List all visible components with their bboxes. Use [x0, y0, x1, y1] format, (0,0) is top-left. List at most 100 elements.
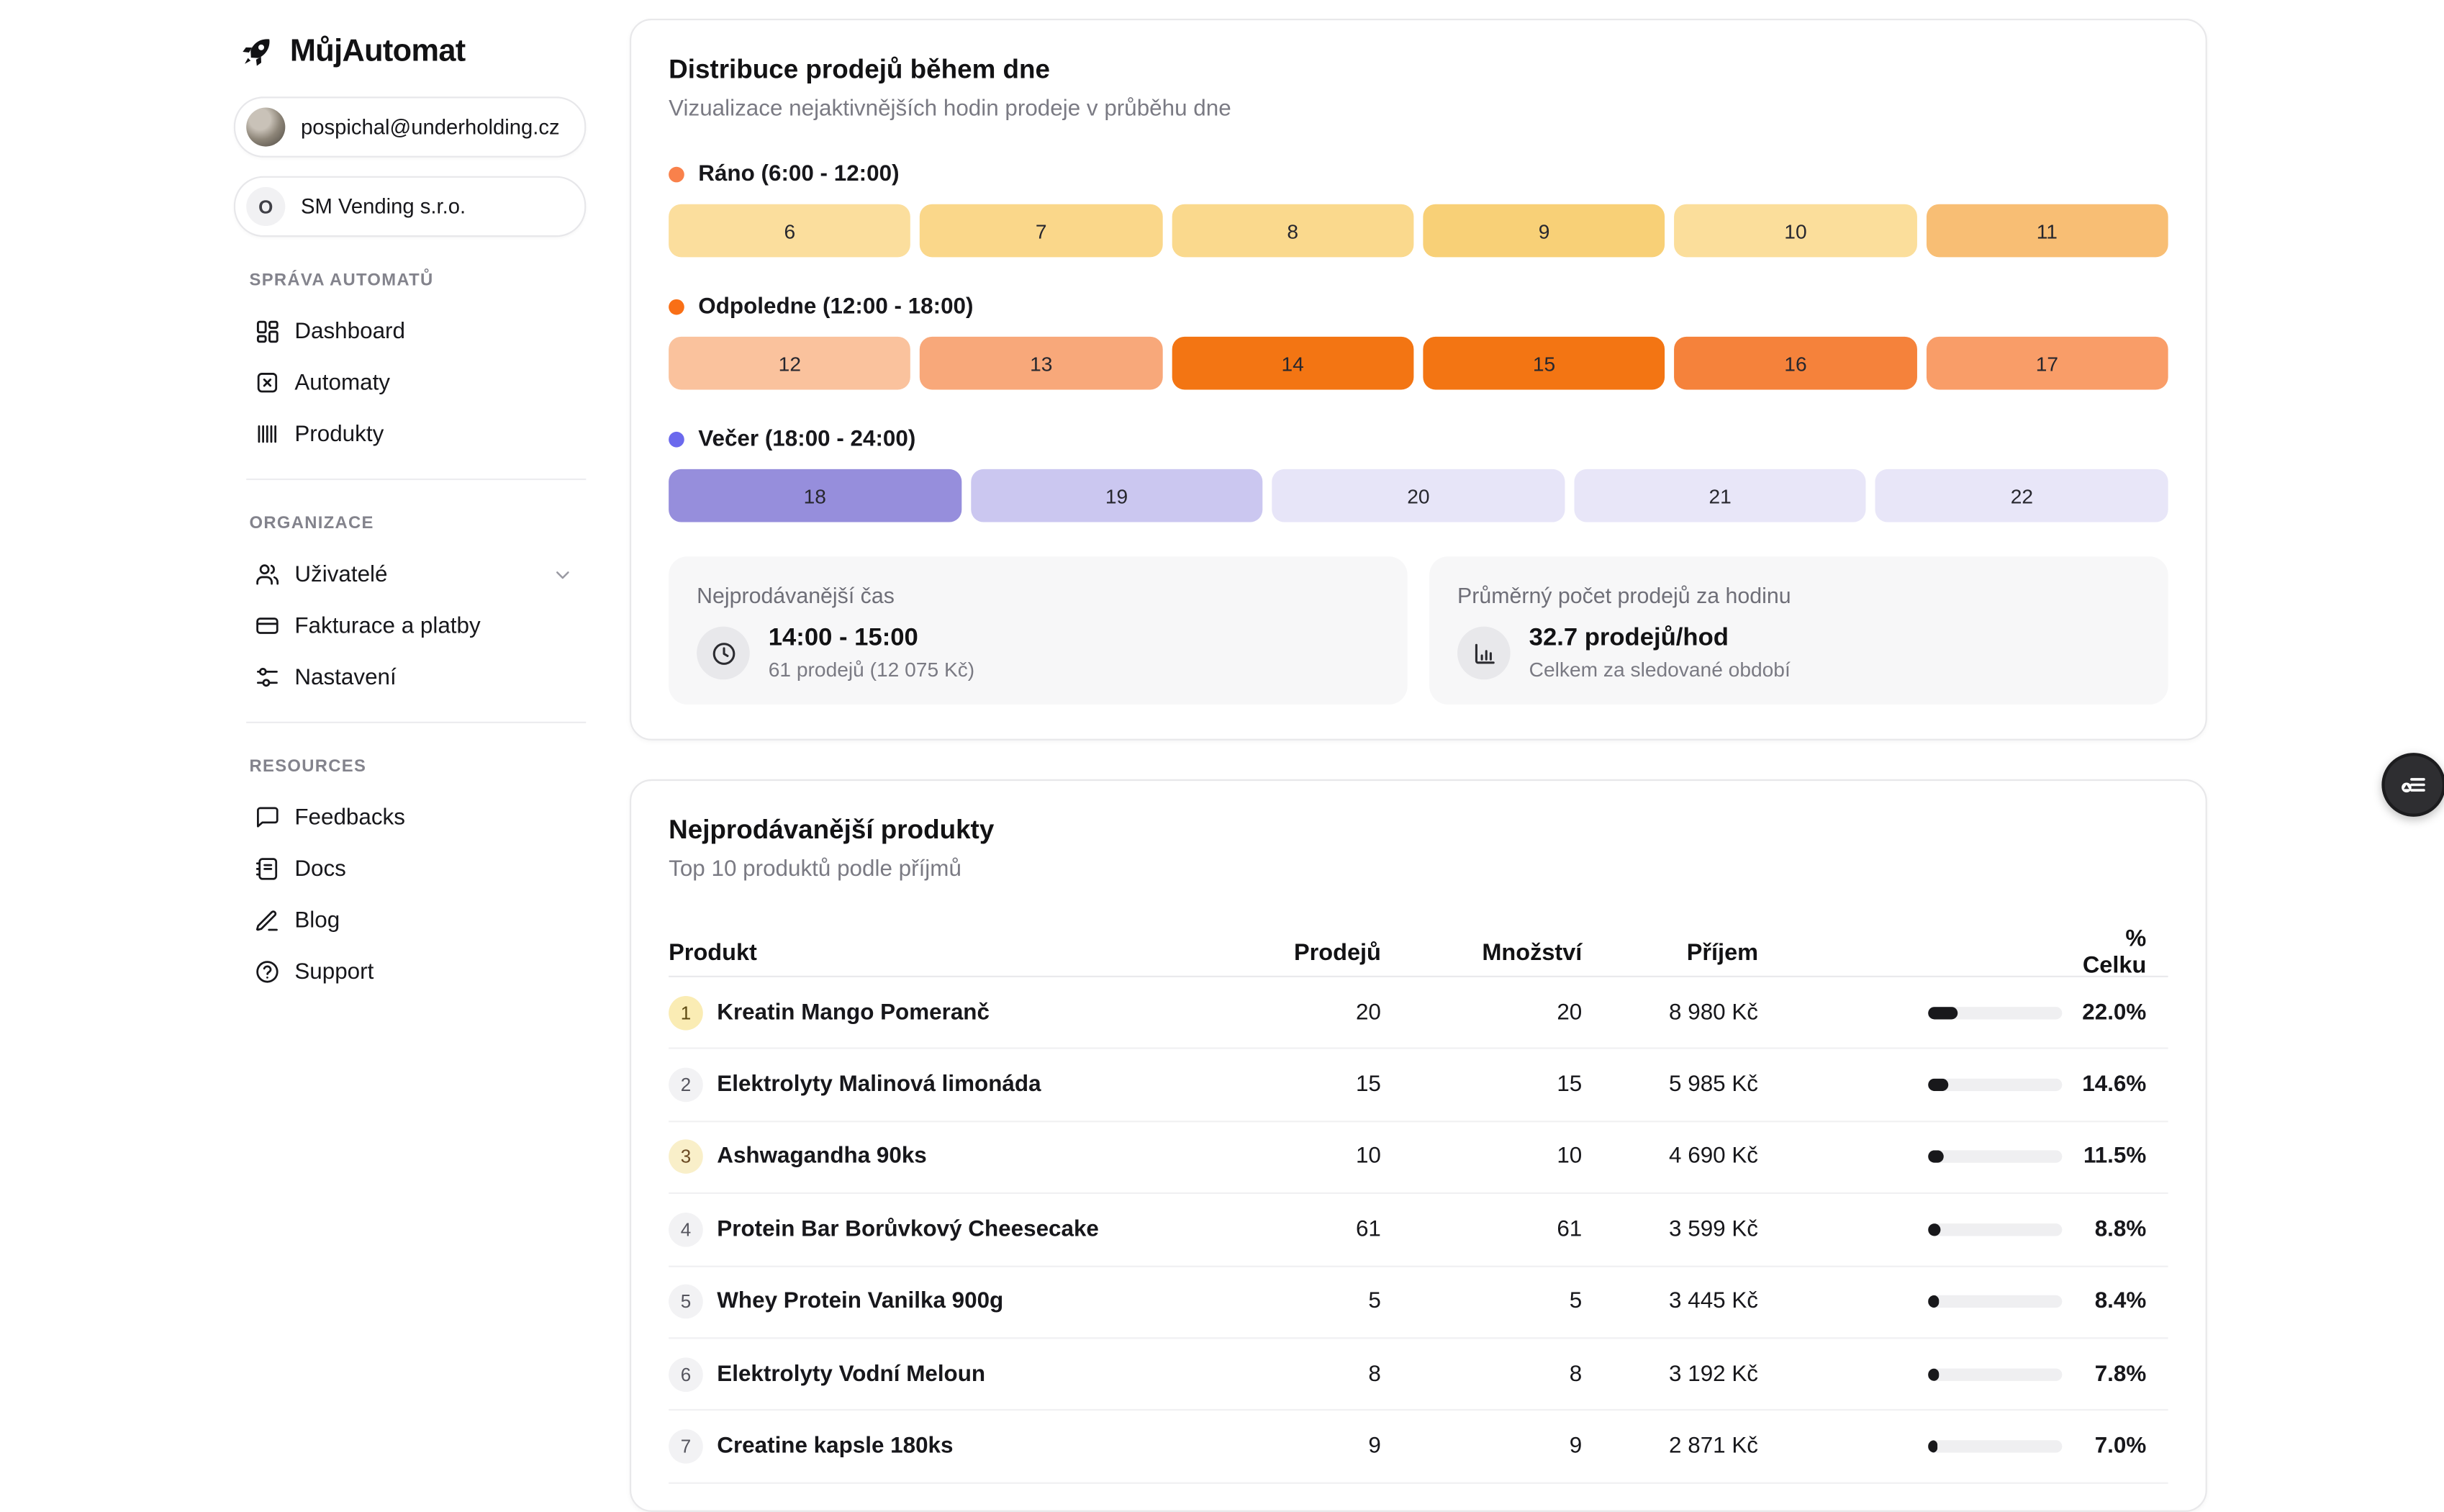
pct-bar-fill [1928, 1006, 1958, 1018]
organization-pill[interactable]: O SM Vending s.r.o. [234, 176, 586, 237]
table-row: 6Elektrolyty Vodní Meloun883 192 Kč7.8% [669, 1339, 2168, 1411]
sidebar-item-u-ivatel-[interactable]: Uživatelé [234, 548, 586, 599]
hour-cell-7: 7 [920, 204, 1162, 258]
distribution-stats-row: Nejprodávanější čas14:00 - 15:0061 prode… [669, 556, 2168, 705]
stat-box: Průměrný počet prodejů za hodinu32.7 pro… [1429, 556, 2168, 705]
period-label: Ráno (6:00 - 12:00) [698, 162, 899, 187]
main-content: Distribuce prodejů během dne Vizualizace… [630, 19, 2207, 1512]
hour-cell-12: 12 [669, 337, 910, 390]
sidebar-item-produkty[interactable]: Produkty [234, 408, 586, 459]
hour-cell-15: 15 [1423, 337, 1665, 390]
hour-cell-18: 18 [669, 469, 961, 522]
revenue-value: 4 690 Kč [1582, 1145, 1758, 1170]
revenue-value: 3 445 Kč [1582, 1290, 1758, 1315]
table-row: 4Protein Bar Borůvkový Cheesecake61613 5… [669, 1194, 2168, 1266]
pct-value: 8.4% [2062, 1290, 2146, 1315]
feedback-icon [254, 805, 281, 831]
sales-value: 5 [1287, 1290, 1381, 1315]
revenue-value: 3 192 Kč [1582, 1362, 1758, 1387]
table-header-row: Produkt Prodejů Množství Příjem % Celku [669, 929, 2168, 977]
stat-value: 32.7 prodejů/hod [1529, 625, 1791, 653]
organization-name: SM Vending s.r.o. [301, 195, 466, 218]
pct-bar-track [1928, 1223, 2062, 1236]
quantity-value: 10 [1381, 1145, 1582, 1170]
docs-icon [254, 856, 281, 882]
column-header-quantity: Množství [1381, 939, 1582, 966]
rocket-icon [237, 31, 277, 71]
product-name: Elektrolyty Malinová limonáda [717, 1072, 1041, 1097]
hour-cell-17: 17 [1926, 337, 2168, 390]
table-row: 3Ashwagandha 90ks10104 690 Kč11.5% [669, 1122, 2168, 1194]
stat-box: Nejprodávanější čas14:00 - 15:0061 prode… [669, 556, 1408, 705]
organization-badge: O [246, 187, 285, 226]
table-row: 7Creatine kapsle 180ks992 871 Kč7.0% [669, 1411, 2168, 1483]
pct-bar [1758, 1295, 2062, 1308]
hour-cell-9: 9 [1423, 204, 1665, 258]
pct-value: 22.0% [2062, 1000, 2146, 1026]
pct-bar-track [1928, 1151, 2062, 1163]
billing-icon [254, 612, 281, 639]
stat-detail: 61 prodejů (12 075 Kč) [769, 658, 974, 681]
pct-bar-fill [1928, 1223, 1940, 1236]
heat-row: 1819202122 [669, 469, 2168, 522]
pct-bar-fill [1928, 1440, 1937, 1452]
column-header-product: Produkt [669, 939, 1287, 966]
pct-bar-track [1928, 1368, 2062, 1380]
pct-bar [1758, 1440, 2062, 1452]
hour-cell-11: 11 [1926, 204, 2168, 258]
rank-badge: 7 [669, 1429, 703, 1464]
pct-bar-track [1928, 1295, 2062, 1308]
sidebar-item-support[interactable]: Support [234, 946, 586, 997]
pct-value: 8.8% [2062, 1217, 2146, 1242]
top-products-title: Nejprodávanější produkty [669, 815, 2168, 846]
heat-group-header: Ráno (6:00 - 12:00) [669, 162, 2168, 187]
pct-value: 7.0% [2062, 1434, 2146, 1459]
quantity-value: 9 [1381, 1434, 1582, 1459]
sidebar-item-label: Produkty [294, 422, 574, 447]
sidebar-divider [246, 479, 586, 480]
feedback-widget-button[interactable] [2381, 753, 2444, 817]
app-title: MůjAutomat [290, 34, 466, 70]
sidebar-item-blog[interactable]: Blog [234, 895, 586, 946]
pct-bar-fill [1928, 1079, 1948, 1091]
hour-cell-22: 22 [1875, 469, 2168, 522]
revenue-value: 8 980 Kč [1582, 1000, 1758, 1026]
hour-cell-20: 20 [1272, 469, 1565, 522]
app-logo[interactable]: MůjAutomat [234, 0, 586, 78]
product-name: Ashwagandha 90ks [717, 1145, 926, 1170]
user-account-pill[interactable]: pospichal@underholding.cz [234, 96, 586, 157]
sidebar-item-label: Docs [294, 856, 574, 882]
sidebar-item-fakturace-a-platby[interactable]: Fakturace a platby [234, 600, 586, 651]
sidebar-item-label: Fakturace a platby [294, 613, 574, 638]
sidebar-item-nastaven-[interactable]: Nastavení [234, 651, 586, 702]
stat-detail: Celkem za sledované období [1529, 658, 1791, 681]
hour-cell-21: 21 [1574, 469, 1866, 522]
hour-cell-8: 8 [1172, 204, 1413, 258]
rank-badge: 3 [669, 1140, 703, 1174]
sidebar-section-label: SPRÁVA AUTOMATŮ [250, 271, 587, 290]
distribution-card: Distribuce prodejů během dne Vizualizace… [630, 19, 2207, 741]
pct-bar-fill [1928, 1295, 1939, 1308]
revenue-value: 5 985 Kč [1582, 1072, 1758, 1097]
support-icon [254, 959, 281, 985]
distribution-card-title: Distribuce prodejů během dne [669, 55, 2168, 86]
column-header-pct: % Celku [2062, 925, 2146, 979]
top-products-card: Nejprodávanější produkty Top 10 produktů… [630, 779, 2207, 1512]
sidebar-item-docs[interactable]: Docs [234, 843, 586, 895]
chevron-down-icon [552, 563, 574, 585]
period-dot-icon [669, 167, 684, 183]
sidebar-item-feedbacks[interactable]: Feedbacks [234, 792, 586, 843]
period-dot-icon [669, 299, 684, 315]
sidebar-item-dashboard[interactable]: Dashboard [234, 305, 586, 356]
distribution-card-subtitle: Vizualizace nejaktivnějších hodin prodej… [669, 96, 2168, 122]
pct-bar [1758, 1223, 2062, 1236]
rank-badge: 1 [669, 995, 703, 1030]
quantity-value: 5 [1381, 1290, 1582, 1315]
hour-cell-19: 19 [970, 469, 1262, 522]
user-email: pospichal@underholding.cz [301, 115, 560, 138]
product-name: Protein Bar Borůvkový Cheesecake [717, 1217, 1099, 1242]
sidebar-section-label: ORGANIZACE [250, 515, 587, 533]
dashboard-icon [254, 318, 281, 345]
user-avatar [246, 107, 285, 146]
sidebar-item-automaty[interactable]: Automaty [234, 357, 586, 408]
